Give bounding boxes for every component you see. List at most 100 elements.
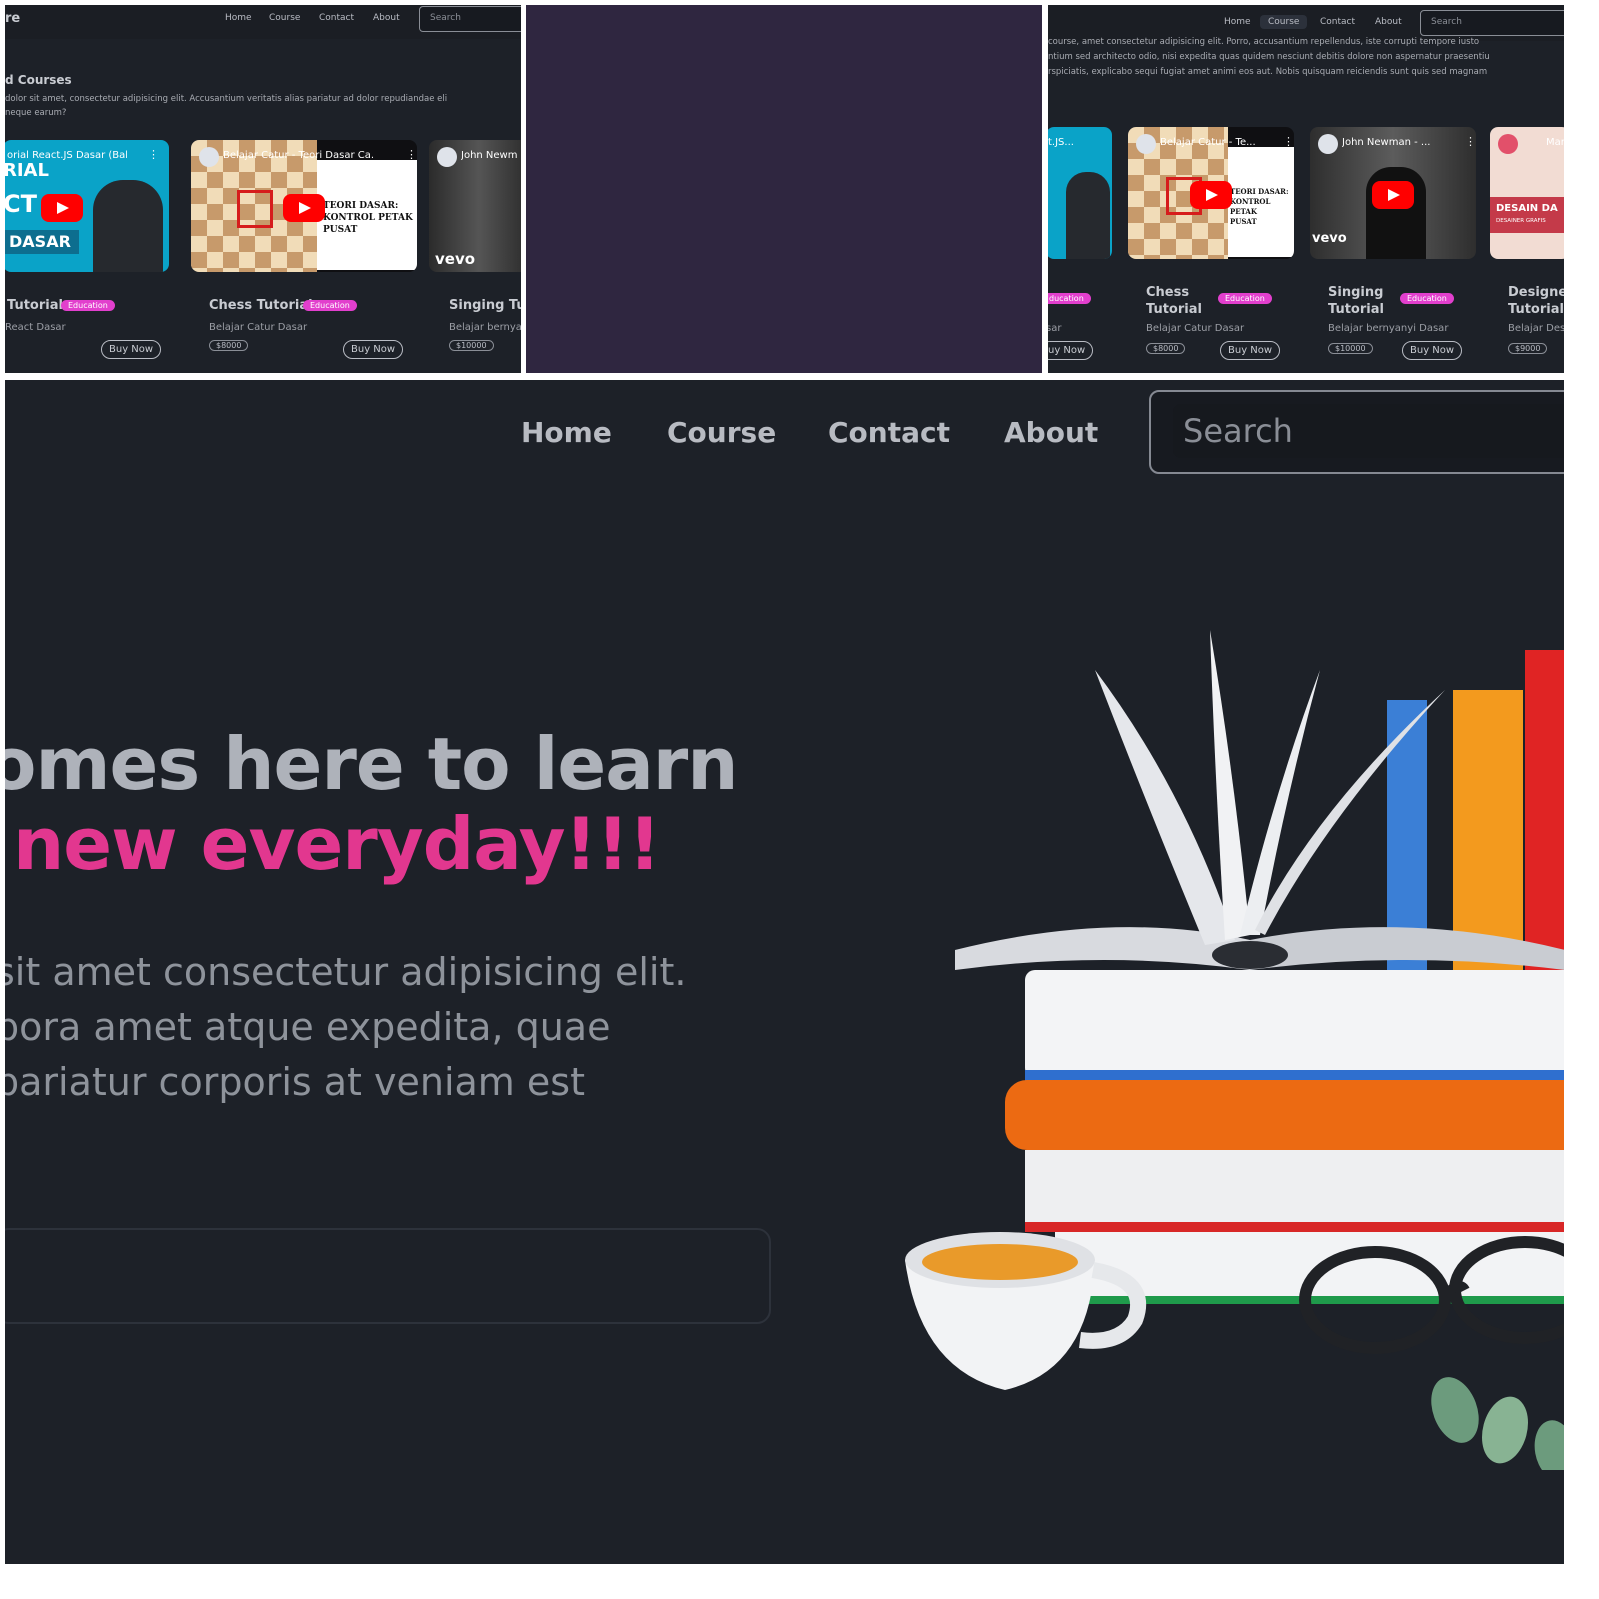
hero-input-box[interactable]: [5, 1228, 771, 1324]
course-description: Belajar bernyanyi Dasar: [1328, 323, 1449, 334]
play-icon[interactable]: [1190, 181, 1232, 209]
avatar-icon: [437, 147, 457, 167]
logo[interactable]: re: [5, 11, 20, 26]
avatar-icon: [1498, 134, 1518, 154]
thumb-banner: DASAR: [5, 230, 79, 254]
course-description: React Dasar: [5, 322, 66, 333]
search-input[interactable]: Search: [419, 6, 521, 32]
course-title: Tutorial: [1146, 302, 1202, 317]
hero-section: Home Course Contact About Search omes he…: [5, 380, 1564, 1564]
books-illustration: [905, 630, 1564, 1470]
play-icon[interactable]: [283, 194, 325, 222]
nav-contact[interactable]: Contact: [319, 13, 354, 23]
video-title: Belajar Catur - Teori Dasar Ca...: [223, 150, 373, 161]
course-description: Belajar Catur Dasar: [1146, 323, 1245, 334]
nav-contact[interactable]: Contact: [828, 416, 950, 449]
nav-home[interactable]: Home: [225, 13, 252, 23]
course-card[interactable]: TEORI DASAR: KONTROL PETAK PUSAT Belajar…: [191, 140, 417, 370]
hero-paragraph: pora amet atque expedita, quae: [5, 1005, 611, 1049]
nav-contact[interactable]: Contact: [1320, 17, 1355, 27]
hero-headline: omes here to learn: [5, 722, 739, 806]
play-icon[interactable]: [1372, 181, 1414, 209]
hero-paragraph: sit amet consectetur adipisicing elit.: [5, 950, 687, 994]
video-title: t.JS...: [1048, 137, 1074, 148]
course-title: Tutorial: [1328, 302, 1384, 317]
course-card[interactable]: RIAL CT DASAR orial React.JS Dasar (Bah.…: [5, 140, 169, 370]
section-description: rspiciatis, explicabo sequi fugiat amet …: [1048, 67, 1488, 77]
thumb-text: TEORI DASAR: KONTROL PETAK PUSAT: [1230, 187, 1289, 226]
nav-about[interactable]: About: [1375, 17, 1402, 27]
category-badge: Education: [303, 300, 357, 311]
buy-now-button[interactable]: Buy Now: [1402, 341, 1463, 360]
course-card[interactable]: t.JS... ducation sar uy Now: [1048, 127, 1112, 360]
leaves: [1431, 1377, 1564, 1470]
nav-course[interactable]: Course: [269, 13, 300, 23]
course-card[interactable]: John Newman - ... ⋮ vevo Singing Tutoria…: [1310, 127, 1476, 360]
vevo-logo: vevo: [435, 250, 476, 268]
course-card[interactable]: TEORI DASAR: KONTROL PETAK PUSAT Belajar…: [1128, 127, 1294, 360]
vevo-logo: vevo: [1312, 231, 1347, 246]
video-thumbnail[interactable]: t.JS...: [1048, 127, 1112, 259]
nav-course[interactable]: Course: [1260, 15, 1308, 29]
course-title: Tutorial: [1508, 302, 1564, 317]
course-title: Singing: [1328, 285, 1384, 300]
more-vert-icon[interactable]: ⋮: [406, 149, 417, 161]
section-title: d Courses: [5, 73, 72, 87]
course-description: Belajar Catur Dasar: [209, 322, 308, 333]
buy-now-button[interactable]: uy Now: [1048, 341, 1094, 360]
avatar-icon: [199, 147, 219, 167]
buy-now-button[interactable]: Buy Now: [1220, 341, 1281, 360]
course-title: Chess Tutorial: [209, 298, 313, 313]
nav-about[interactable]: About: [373, 13, 400, 23]
section-description: course, amet consectetur adipisicing eli…: [1048, 37, 1480, 47]
buy-now-button[interactable]: Buy Now: [101, 340, 162, 359]
section-description-2: neque earum?: [5, 108, 67, 118]
buy-now-button[interactable]: Buy Now: [343, 340, 404, 359]
price-tag: $10000: [449, 340, 494, 351]
video-thumbnail[interactable]: John Newm vevo: [429, 140, 521, 272]
price-tag: $8000: [209, 340, 249, 351]
search-input[interactable]: Search: [1420, 10, 1564, 36]
nav-home[interactable]: Home: [521, 416, 612, 449]
price-tag: $8000: [1146, 343, 1186, 354]
price-tag: $9000: [1508, 343, 1548, 354]
presenter-figure: [1066, 172, 1110, 259]
video-thumbnail[interactable]: RIAL CT DASAR orial React.JS Dasar (Bah.…: [5, 140, 169, 272]
video-title: Belajar Catur - Te...: [1160, 137, 1256, 148]
video-thumbnail[interactable]: John Newman - ... ⋮ vevo: [1310, 127, 1476, 259]
video-thumbnail[interactable]: DESAIN DA DESAINER GRAFIS Mar: [1490, 127, 1564, 259]
course-description: sar: [1048, 323, 1062, 334]
play-icon[interactable]: [41, 194, 83, 222]
hero-headline-accent: new everyday!!!: [13, 802, 661, 886]
nav-course[interactable]: Course: [667, 416, 776, 449]
search-input[interactable]: Search: [1149, 390, 1564, 474]
nav-about[interactable]: About: [1004, 416, 1098, 449]
price-tag: $10000: [1328, 343, 1373, 354]
presenter-figure: [93, 180, 163, 272]
video-title: orial React.JS Dasar (Bah...: [7, 150, 127, 161]
video-title: John Newman - ...: [1342, 137, 1431, 148]
more-vert-icon[interactable]: ⋮: [1465, 136, 1476, 148]
course-title: Tutorial: [7, 298, 63, 313]
avatar-icon: [1318, 134, 1338, 154]
nav-home[interactable]: Home: [1224, 17, 1251, 27]
course-card[interactable]: John Newm vevo Singing Tut Belajar berny…: [429, 140, 521, 370]
course-card[interactable]: DESAIN DA DESAINER GRAFIS Mar Designer T…: [1490, 127, 1564, 357]
course-title: Singing Tut: [449, 298, 521, 313]
section-description: dolor sit amet, consectetur adipisicing …: [5, 94, 448, 104]
video-thumbnail[interactable]: TEORI DASAR: KONTROL PETAK PUSAT Belajar…: [1128, 127, 1294, 259]
category-badge: Education: [1400, 293, 1454, 304]
more-vert-icon[interactable]: ⋮: [148, 149, 159, 161]
more-vert-icon[interactable]: ⋮: [1283, 136, 1294, 148]
thumb-text: TEORI DASAR: KONTROL PETAK PUSAT: [323, 201, 413, 235]
courses-panel-left: re Home Course Contact About Search d Co…: [5, 5, 521, 373]
thumb-banner: DESAIN DA DESAINER GRAFIS: [1490, 197, 1564, 233]
transition-frame: [526, 5, 1042, 373]
category-badge: Education: [61, 300, 115, 311]
hero-paragraph: pariatur corporis at veniam est: [5, 1060, 585, 1104]
section-description: ntium sed architecto odio, nisi expedita…: [1048, 52, 1490, 62]
course-title: Chess: [1146, 285, 1190, 300]
video-thumbnail[interactable]: TEORI DASAR: KONTROL PETAK PUSAT Belajar…: [191, 140, 417, 272]
category-badge: Education: [1218, 293, 1272, 304]
avatar-icon: [1136, 134, 1156, 154]
